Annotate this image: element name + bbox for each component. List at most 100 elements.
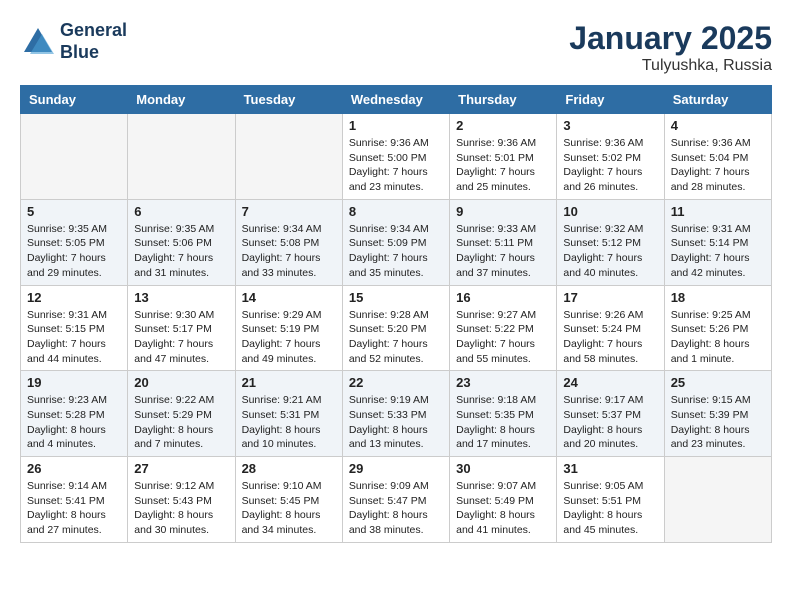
calendar-cell: 15 Sunrise: 9:28 AM Sunset: 5:20 PM Dayli…: [342, 285, 449, 371]
weekday-header: Sunday: [21, 86, 128, 114]
weekday-header: Wednesday: [342, 86, 449, 114]
calendar-cell: 8Sunrise: 9:34 AM Sunset: 5:09 PM Daylig…: [342, 199, 449, 285]
day-number: 23: [456, 375, 550, 390]
calendar-cell: 30 Sunrise: 9:07 AM Sunset: 5:49 PM Dayli…: [450, 457, 557, 543]
day-info: Sunrise: 9:35 AM Sunset: 5:05 PM Dayligh…: [27, 222, 121, 281]
calendar-cell: 17 Sunrise: 9:26 AM Sunset: 5:24 PM Dayli…: [557, 285, 664, 371]
calendar-cell: 26 Sunrise: 9:14 AM Sunset: 5:41 PM Dayli…: [21, 457, 128, 543]
day-info: Sunrise: 9:36 AM Sunset: 5:01 PM Dayligh…: [456, 136, 550, 195]
calendar-cell: 16 Sunrise: 9:27 AM Sunset: 5:22 PM Dayli…: [450, 285, 557, 371]
day-number: 8: [349, 204, 443, 219]
day-number: 2: [456, 118, 550, 133]
calendar-week-row: 5 Sunrise: 9:35 AM Sunset: 5:05 PM Daylig…: [21, 199, 772, 285]
day-number: 28: [242, 461, 336, 476]
day-number: 22: [349, 375, 443, 390]
day-number: 15: [349, 290, 443, 305]
day-info: Sunrise: 9:30 AM Sunset: 5:17 PM Dayligh…: [134, 308, 228, 367]
day-info: Sunrise: 9:31 AM Sunset: 5:15 PM Dayligh…: [27, 308, 121, 367]
month-title: January 2025: [569, 20, 772, 57]
calendar-cell: 20Sunrise: 9:22 AM Sunset: 5:29 PM Dayli…: [128, 371, 235, 457]
calendar-cell: [235, 114, 342, 200]
day-info: Sunrise: 9:29 AM Sunset: 5:19 PM Dayligh…: [242, 308, 336, 367]
title-block: January 2025 Tulyushka, Russia: [569, 20, 772, 75]
day-info: Sunrise: 9:26 AM Sunset: 5:24 PM Dayligh…: [563, 308, 657, 367]
calendar-cell: 13 Sunrise: 9:30 AM Sunset: 5:17 PM Dayli…: [128, 285, 235, 371]
calendar-cell: 22 Sunrise: 9:19 AM Sunset: 5:33 PM Dayli…: [342, 371, 449, 457]
calendar-cell: 28Sunrise: 9:10 AM Sunset: 5:45 PM Dayli…: [235, 457, 342, 543]
calendar-cell: 7 Sunrise: 9:34 AM Sunset: 5:08 PM Daylig…: [235, 199, 342, 285]
day-number: 13: [134, 290, 228, 305]
calendar-cell: 14 Sunrise: 9:29 AM Sunset: 5:19 PM Dayli…: [235, 285, 342, 371]
logo-text: General Blue: [60, 20, 127, 63]
day-info: Sunrise: 9:19 AM Sunset: 5:33 PM Dayligh…: [349, 393, 443, 452]
day-info: Sunrise: 9:12 AM Sunset: 5:43 PM Dayligh…: [134, 479, 228, 538]
day-number: 5: [27, 204, 121, 219]
calendar-cell: [664, 457, 771, 543]
day-number: 17: [563, 290, 657, 305]
page-header: General Blue January 2025 Tulyushka, Rus…: [20, 20, 772, 75]
calendar-cell: 5 Sunrise: 9:35 AM Sunset: 5:05 PM Daylig…: [21, 199, 128, 285]
weekday-header: Saturday: [664, 86, 771, 114]
day-number: 12: [27, 290, 121, 305]
day-info: Sunrise: 9:15 AM Sunset: 5:39 PM Dayligh…: [671, 393, 765, 452]
day-number: 14: [242, 290, 336, 305]
day-info: Sunrise: 9:23 AM Sunset: 5:28 PM Dayligh…: [27, 393, 121, 452]
calendar-cell: 19 Sunrise: 9:23 AM Sunset: 5:28 PM Dayli…: [21, 371, 128, 457]
day-number: 11: [671, 204, 765, 219]
calendar-cell: [21, 114, 128, 200]
location: Tulyushka, Russia: [569, 57, 772, 75]
day-number: 18: [671, 290, 765, 305]
day-info: Sunrise: 9:07 AM Sunset: 5:49 PM Dayligh…: [456, 479, 550, 538]
day-number: 1: [349, 118, 443, 133]
day-info: Sunrise: 9:35 AM Sunset: 5:06 PM Dayligh…: [134, 222, 228, 281]
calendar-cell: 6 Sunrise: 9:35 AM Sunset: 5:06 PM Daylig…: [128, 199, 235, 285]
day-info: Sunrise: 9:27 AM Sunset: 5:22 PM Dayligh…: [456, 308, 550, 367]
day-number: 9: [456, 204, 550, 219]
day-info: Sunrise: 9:14 AM Sunset: 5:41 PM Dayligh…: [27, 479, 121, 538]
day-info: Sunrise: 9:34 AM Sunset: 5:08 PM Dayligh…: [242, 222, 336, 281]
logo: General Blue: [20, 20, 127, 63]
day-number: 30: [456, 461, 550, 476]
day-info: Sunrise: 9:33 AM Sunset: 5:11 PM Dayligh…: [456, 222, 550, 281]
day-number: 10: [563, 204, 657, 219]
calendar-cell: 27 Sunrise: 9:12 AM Sunset: 5:43 PM Dayli…: [128, 457, 235, 543]
day-number: 19: [27, 375, 121, 390]
day-info: Sunrise: 9:05 AM Sunset: 5:51 PM Dayligh…: [563, 479, 657, 538]
day-number: 16: [456, 290, 550, 305]
calendar-cell: 31 Sunrise: 9:05 AM Sunset: 5:51 PM Dayli…: [557, 457, 664, 543]
calendar-cell: 18 Sunrise: 9:25 AM Sunset: 5:26 PM Dayli…: [664, 285, 771, 371]
calendar-cell: 21Sunrise: 9:21 AM Sunset: 5:31 PM Dayli…: [235, 371, 342, 457]
day-info: Sunrise: 9:28 AM Sunset: 5:20 PM Dayligh…: [349, 308, 443, 367]
calendar-cell: 24Sunrise: 9:17 AM Sunset: 5:37 PM Dayli…: [557, 371, 664, 457]
day-number: 31: [563, 461, 657, 476]
day-info: Sunrise: 9:32 AM Sunset: 5:12 PM Dayligh…: [563, 222, 657, 281]
calendar-week-row: 26 Sunrise: 9:14 AM Sunset: 5:41 PM Dayli…: [21, 457, 772, 543]
calendar-week-row: 19 Sunrise: 9:23 AM Sunset: 5:28 PM Dayli…: [21, 371, 772, 457]
day-info: Sunrise: 9:18 AM Sunset: 5:35 PM Dayligh…: [456, 393, 550, 452]
calendar-cell: 10 Sunrise: 9:32 AM Sunset: 5:12 PM Dayli…: [557, 199, 664, 285]
day-number: 29: [349, 461, 443, 476]
logo-icon: [20, 24, 56, 60]
calendar-cell: 11Sunrise: 9:31 AM Sunset: 5:14 PM Dayli…: [664, 199, 771, 285]
calendar-cell: 4 Sunrise: 9:36 AM Sunset: 5:04 PM Daylig…: [664, 114, 771, 200]
day-info: Sunrise: 9:22 AM Sunset: 5:29 PM Dayligh…: [134, 393, 228, 452]
weekday-header: Friday: [557, 86, 664, 114]
calendar-cell: 25 Sunrise: 9:15 AM Sunset: 5:39 PM Dayli…: [664, 371, 771, 457]
weekday-header: Thursday: [450, 86, 557, 114]
calendar-cell: 29Sunrise: 9:09 AM Sunset: 5:47 PM Dayli…: [342, 457, 449, 543]
day-info: Sunrise: 9:36 AM Sunset: 5:04 PM Dayligh…: [671, 136, 765, 195]
calendar-cell: 23 Sunrise: 9:18 AM Sunset: 5:35 PM Dayli…: [450, 371, 557, 457]
weekday-header: Tuesday: [235, 86, 342, 114]
day-info: Sunrise: 9:36 AM Sunset: 5:02 PM Dayligh…: [563, 136, 657, 195]
calendar-week-row: 1 Sunrise: 9:36 AM Sunset: 5:00 PM Daylig…: [21, 114, 772, 200]
day-info: Sunrise: 9:36 AM Sunset: 5:00 PM Dayligh…: [349, 136, 443, 195]
calendar-cell: 12 Sunrise: 9:31 AM Sunset: 5:15 PM Dayli…: [21, 285, 128, 371]
day-number: 7: [242, 204, 336, 219]
day-info: Sunrise: 9:25 AM Sunset: 5:26 PM Dayligh…: [671, 308, 765, 367]
calendar-cell: 3Sunrise: 9:36 AM Sunset: 5:02 PM Daylig…: [557, 114, 664, 200]
day-number: 27: [134, 461, 228, 476]
day-number: 25: [671, 375, 765, 390]
day-number: 4: [671, 118, 765, 133]
day-number: 6: [134, 204, 228, 219]
day-number: 26: [27, 461, 121, 476]
